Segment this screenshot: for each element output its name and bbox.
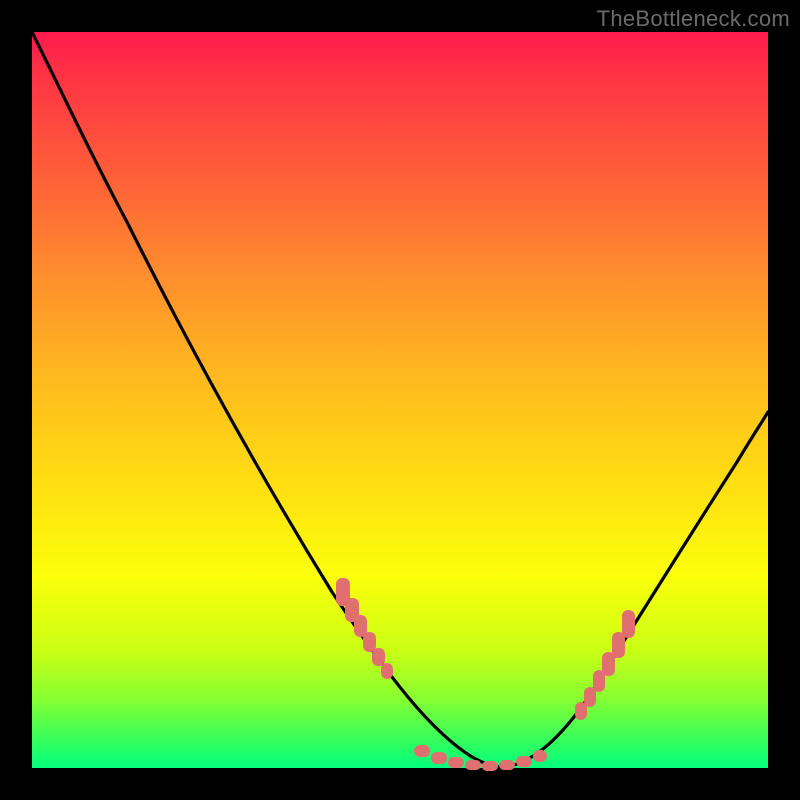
data-marker <box>448 757 464 768</box>
data-marker <box>465 760 481 770</box>
watermark-text: TheBottleneck.com <box>597 6 790 32</box>
data-marker <box>533 750 547 762</box>
data-marker <box>482 761 498 771</box>
data-marker <box>414 745 430 757</box>
data-marker <box>431 752 447 764</box>
bottleneck-curve <box>32 32 768 768</box>
data-marker <box>516 756 532 767</box>
data-marker <box>622 610 635 638</box>
data-marker <box>381 663 393 679</box>
plot-area <box>32 32 768 768</box>
data-marker <box>499 760 515 770</box>
chart-frame: TheBottleneck.com <box>0 0 800 800</box>
